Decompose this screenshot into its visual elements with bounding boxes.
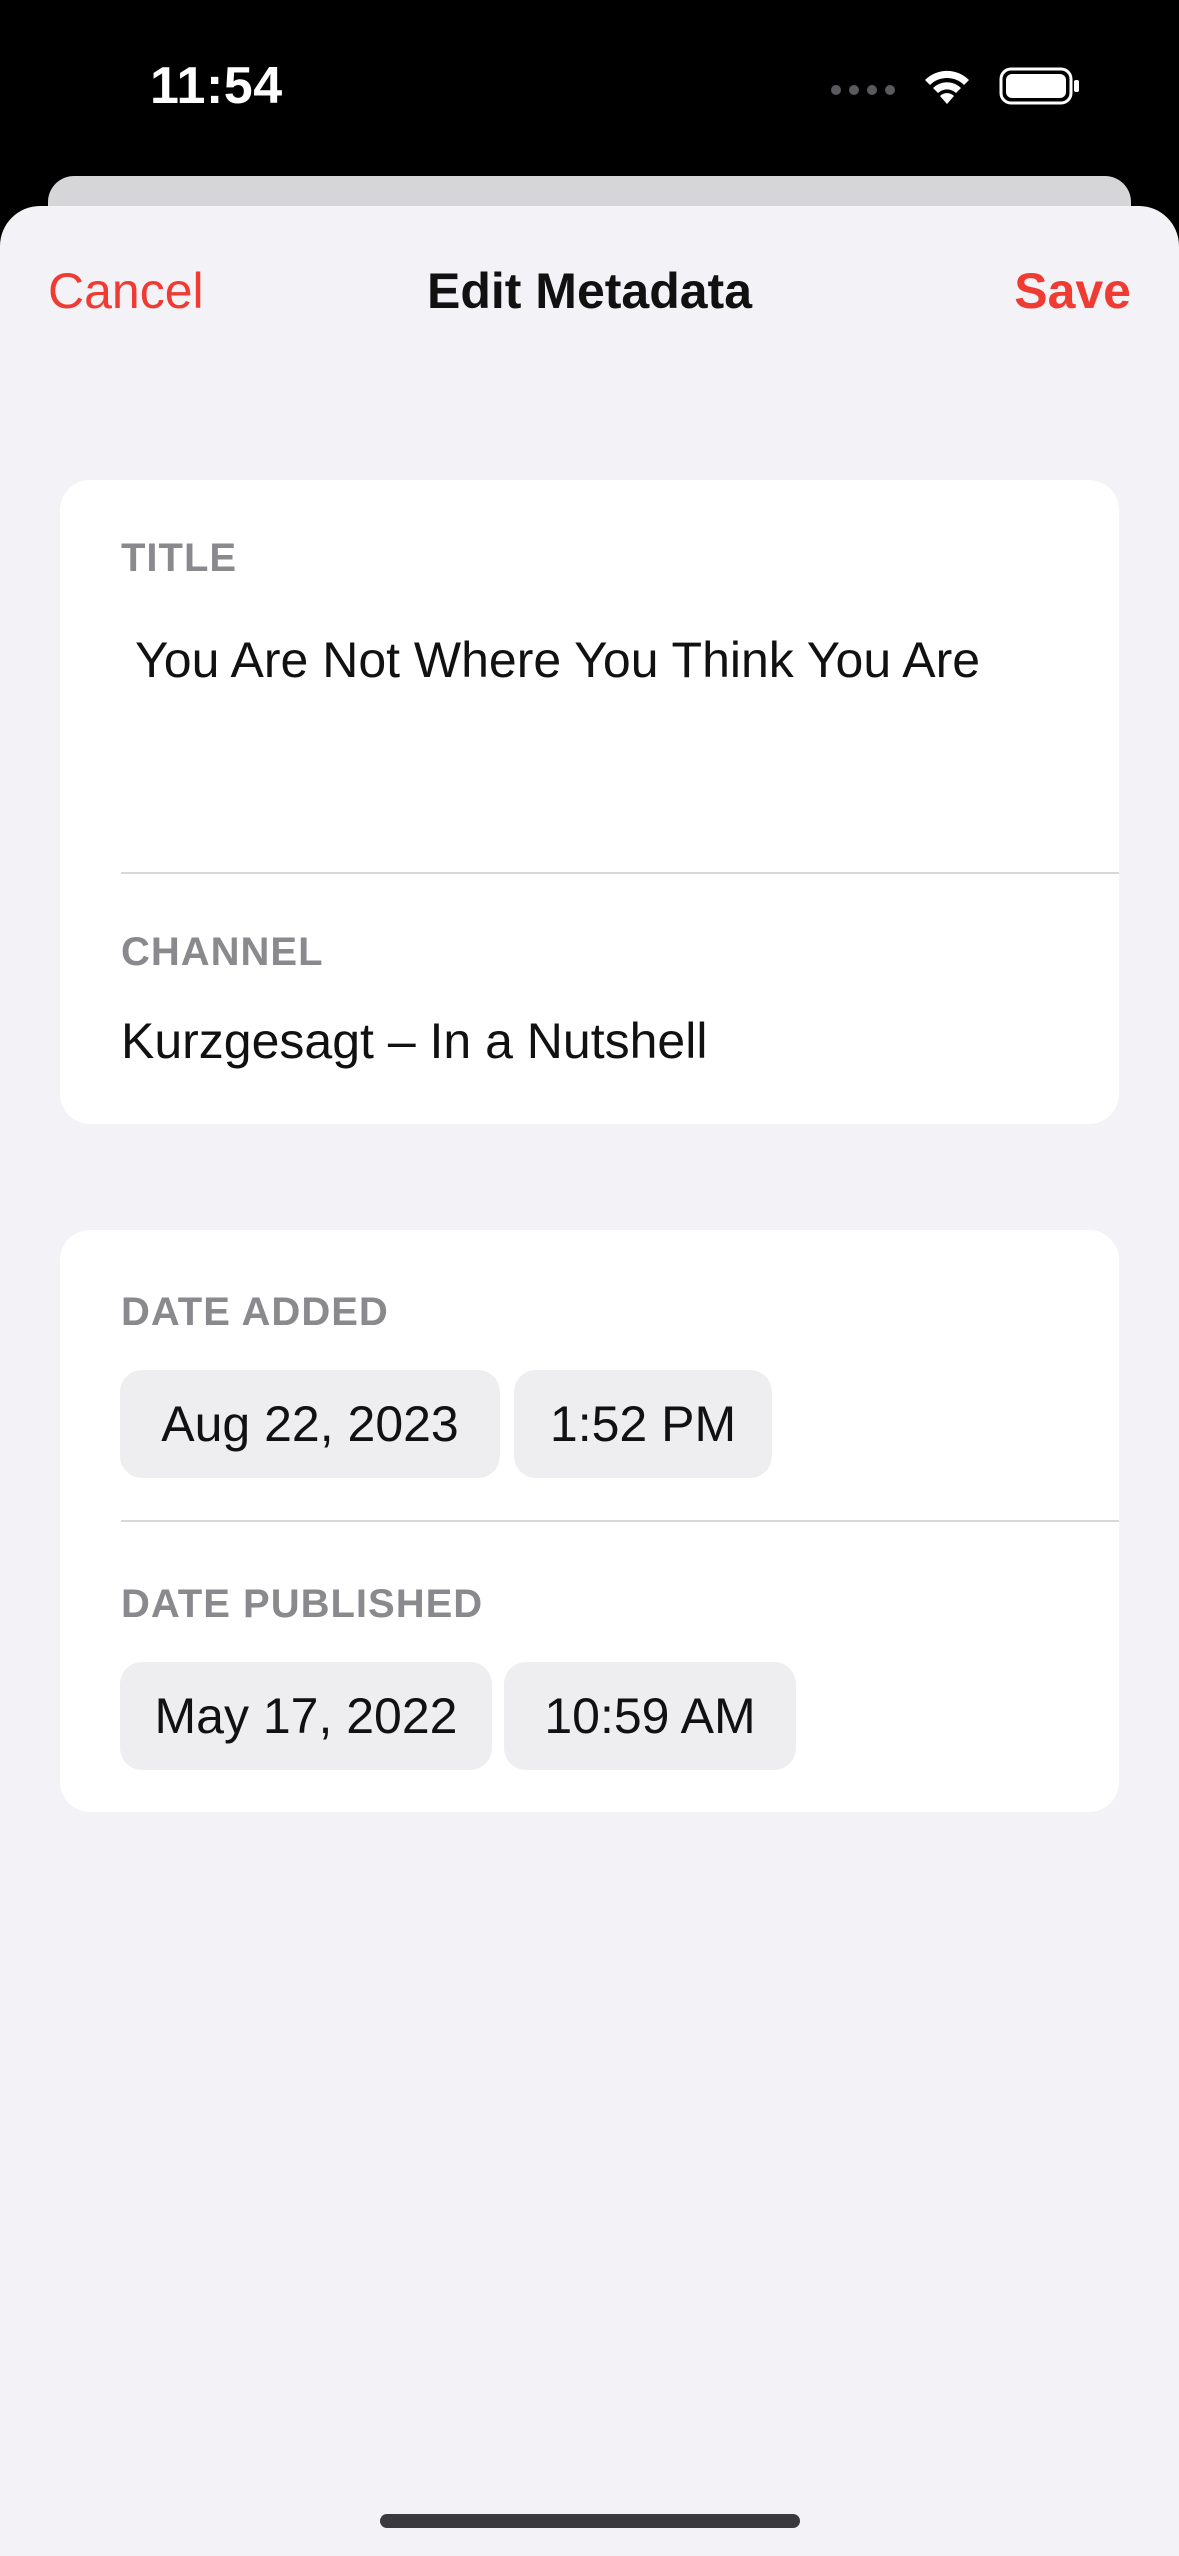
title-label: TITLE [121,536,238,580]
metadata-card: TITLE You Are Not Where You Think You Ar… [60,480,1119,1124]
dates-card: DATE ADDED Aug 22, 2023 1:52 PM DATE PUB… [60,1230,1119,1812]
date-published-time-picker[interactable]: 10:59 AM [504,1662,796,1770]
channel-label: CHANNEL [121,930,324,974]
cellular-signal-icon [831,85,895,95]
channel-field[interactable]: Kurzgesagt – In a Nutshell [121,1012,707,1070]
date-published-label: DATE PUBLISHED [121,1582,484,1626]
date-added-time-picker[interactable]: 1:52 PM [514,1370,772,1478]
battery-icon [999,66,1081,106]
divider [121,872,1119,874]
title-input[interactable]: You Are Not Where You Think You Are [121,630,1095,830]
status-time: 11:54 [150,57,283,115]
home-indicator [380,2514,800,2528]
date-published-date-picker[interactable]: May 17, 2022 [120,1662,492,1770]
edit-metadata-sheet: Cancel Edit Metadata Save TITLE You Are … [0,206,1179,2556]
divider [121,1520,1119,1522]
page-title: Edit Metadata [426,263,753,319]
wifi-icon [921,66,973,106]
status-bar: 11:54 [0,0,1179,176]
status-icons [831,66,1081,106]
save-button[interactable]: Save [1014,262,1131,320]
date-added-label: DATE ADDED [121,1290,389,1334]
date-added-date-picker[interactable]: Aug 22, 2023 [120,1370,500,1478]
nav-bar: Cancel Edit Metadata Save [0,206,1179,378]
